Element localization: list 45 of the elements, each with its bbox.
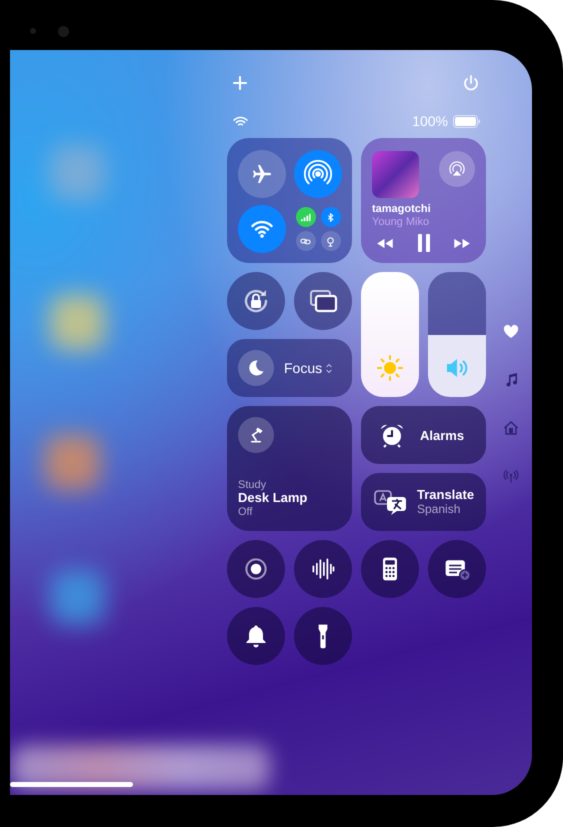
link-icon [300,236,311,246]
airdrop-toggle[interactable] [294,150,342,198]
cellular-toggle[interactable] [296,207,316,227]
volume-slider[interactable] [428,272,486,397]
hotspot-toggle[interactable] [296,231,316,251]
room-label: Study [238,478,268,492]
fast-forward-icon[interactable] [453,238,472,248]
alarms-button[interactable]: Alarms [361,406,486,464]
rewind-icon[interactable] [375,238,394,248]
pause-icon[interactable] [416,234,430,252]
sun-icon [376,354,404,382]
moon-icon [238,350,274,386]
brightness-slider[interactable] [361,272,419,397]
focus-button[interactable]: Focus [227,339,352,397]
desk-lamp-icon [238,417,274,453]
accessory-name: Desk Lamp [238,491,308,506]
satellite-toggle[interactable] [320,231,340,251]
translate-label: Translate [417,488,474,503]
camera-dot [30,28,36,34]
accessory-status: Off [238,506,254,519]
translate-tile[interactable]: Translate Spanish [361,473,486,531]
heart-icon[interactable] [503,324,519,340]
add-icon[interactable] [230,73,250,93]
bluetooth-icon [325,212,336,222]
globe-stand-icon [325,236,336,246]
airplay-button[interactable] [439,151,475,187]
blurred-app-icon [50,295,105,350]
chevron-icon [325,362,334,374]
signal-bars-icon [300,212,311,222]
home-icon[interactable] [503,420,519,436]
airplane-icon [250,162,274,186]
song-title: tamagotchi [372,203,432,215]
artist-name: Young Miko [372,216,430,228]
battery-percentage: 100% [412,113,448,129]
album-art-placeholder [372,151,419,198]
desk-lamp-tile[interactable]: Study Desk Lamp Off [227,406,352,531]
wifi-icon [233,116,248,126]
airplane-toggle[interactable] [238,150,286,198]
battery-icon [453,114,481,128]
wifi-toggle[interactable] [238,205,286,253]
bluetooth-toggle[interactable] [320,207,340,227]
blurred-app-icon [45,435,100,490]
camera-dot [58,26,69,37]
translate-icon [374,488,408,516]
language-label: Spanish [417,502,462,516]
